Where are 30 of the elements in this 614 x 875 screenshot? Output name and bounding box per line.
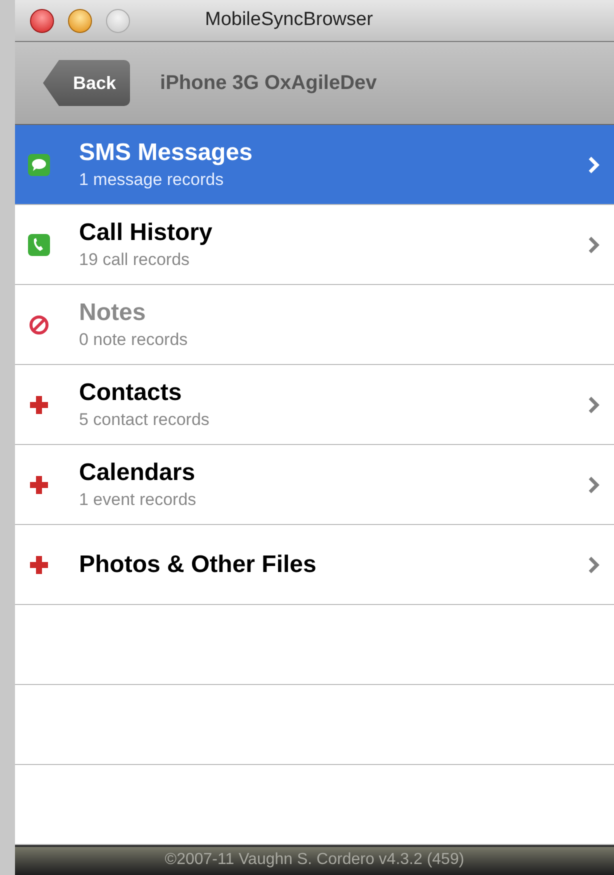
item-subtitle: 19 call records: [79, 248, 191, 270]
chevron-icon: [588, 396, 600, 414]
minimize-button[interactable]: [68, 8, 92, 32]
zoom-button[interactable]: [106, 8, 130, 32]
item-subtitle: 5 contact records: [79, 408, 210, 430]
window-title: MobileSyncBrowser: [205, 8, 373, 32]
prohibited-icon: [29, 314, 49, 334]
list-item[interactable]: SMS Messages 1 message records: [15, 125, 614, 205]
phone-icon: [28, 234, 50, 256]
nav-title: iPhone 3G OxAgileDev: [160, 71, 377, 96]
chevron-icon: [588, 556, 600, 574]
speech-bubble-icon: [28, 154, 50, 176]
chevron-icon: [588, 236, 600, 254]
plus-icon: [30, 556, 48, 574]
item-title: Notes: [79, 298, 147, 328]
item-title: Photos & Other Files: [79, 550, 318, 580]
item-subtitle: 0 note records: [79, 328, 189, 350]
chevron-icon: [588, 156, 600, 174]
item-title: Contacts: [79, 378, 183, 408]
item-subtitle: 1 event records: [79, 488, 198, 510]
item-subtitle: 1 message records: [79, 168, 225, 190]
plus-icon: [30, 396, 48, 414]
item-title: SMS Messages: [79, 138, 254, 168]
item-title: Call History: [79, 218, 214, 248]
back-button[interactable]: Back: [43, 60, 130, 106]
plus-icon: [30, 476, 48, 494]
item-title: Calendars: [79, 458, 196, 488]
close-button[interactable]: [30, 8, 54, 32]
chevron-icon: [588, 476, 600, 494]
footer-text: ©2007-11 Vaughn S. Cordero v4.3.2 (459): [164, 850, 464, 870]
